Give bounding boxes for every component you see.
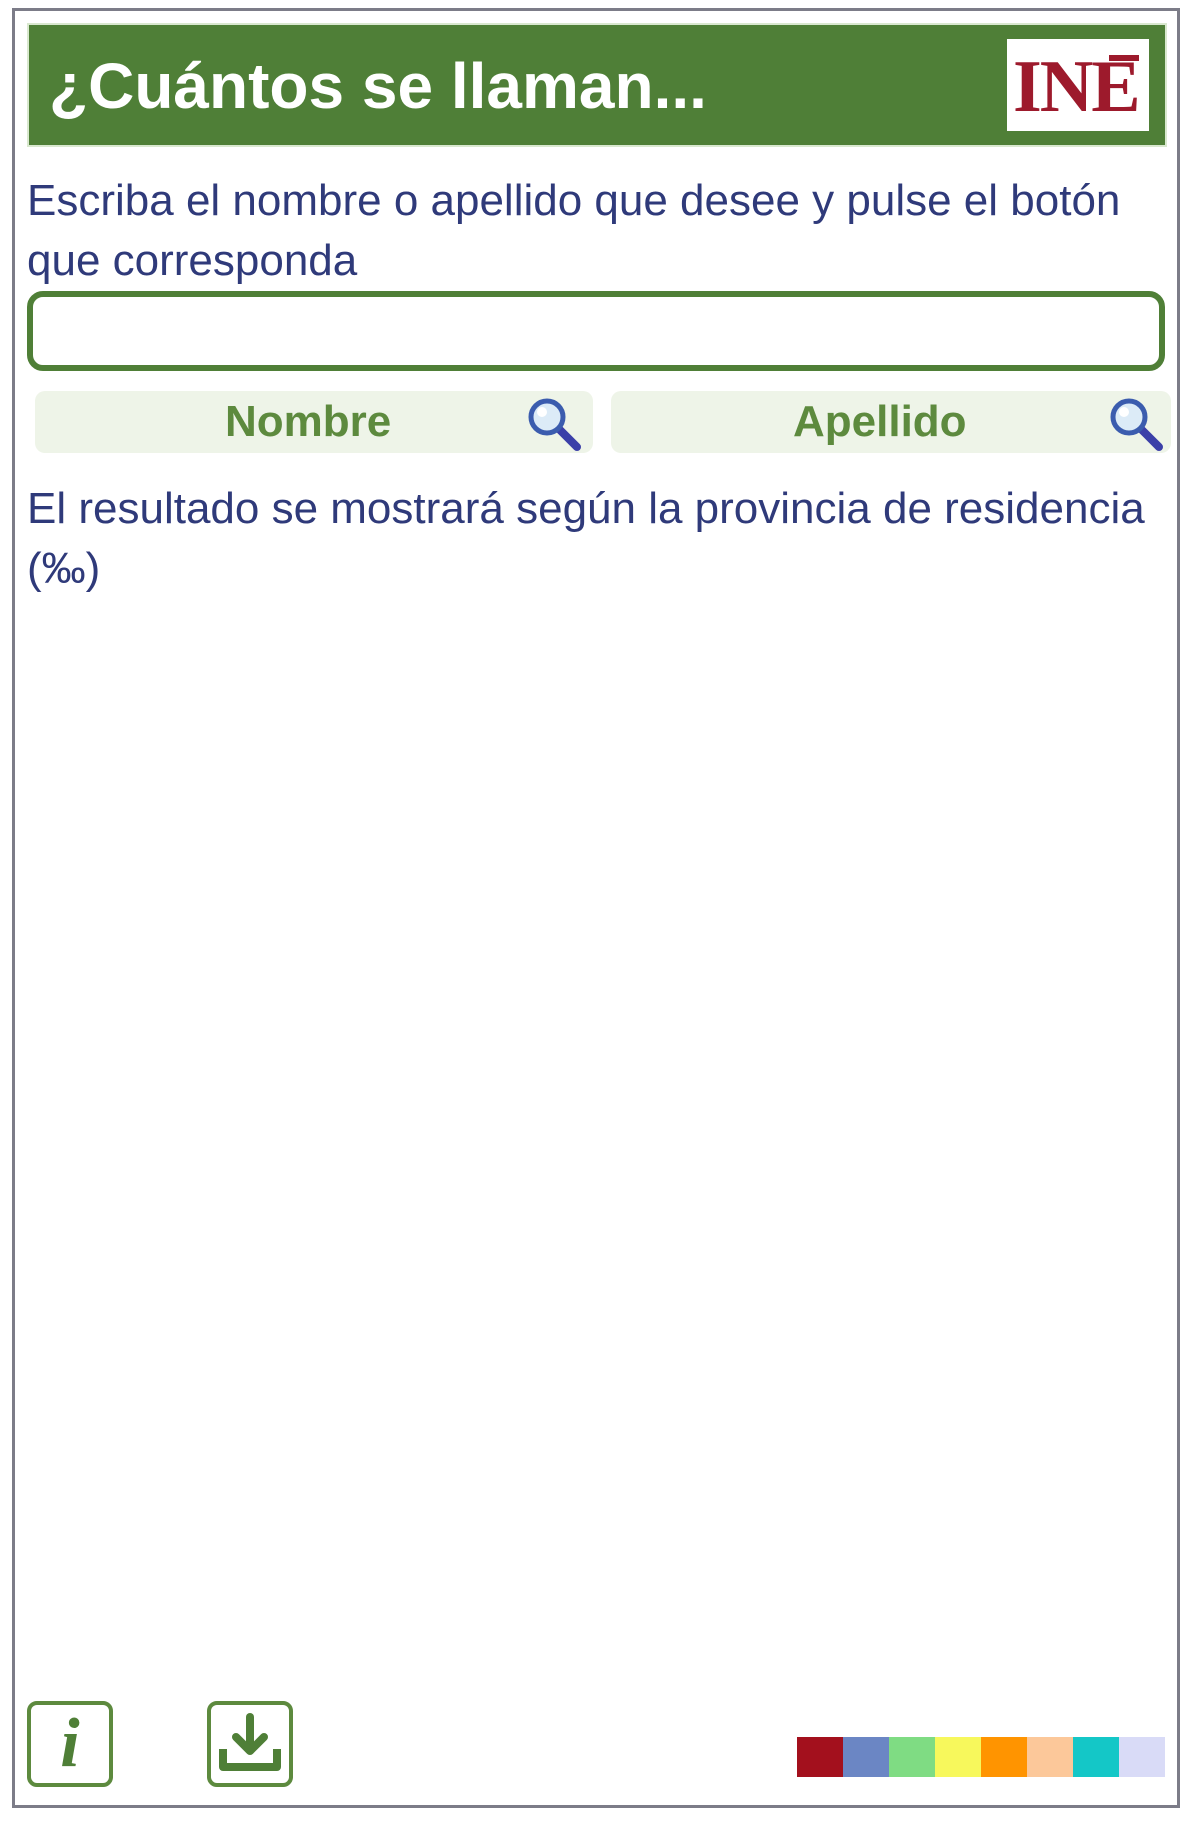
info-button[interactable]: i [27, 1701, 113, 1787]
download-button[interactable] [207, 1701, 293, 1787]
legend-swatch [797, 1737, 843, 1777]
header-bar: ¿Cuántos se llaman... INE [27, 23, 1167, 147]
apellido-button-label: Apellido [793, 397, 967, 446]
legend-swatch [1027, 1737, 1073, 1777]
legend-swatch [1119, 1737, 1165, 1777]
magnifier-icon [528, 398, 581, 451]
legend-swatch [935, 1737, 981, 1777]
nombre-button-label: Nombre [225, 397, 392, 446]
search-nombre-button[interactable]: Nombre [35, 391, 593, 453]
ine-logo: INE [1007, 39, 1149, 131]
result-note-text: El resultado se mostrará según la provin… [27, 484, 1145, 593]
magnifier-icon [1110, 398, 1163, 451]
legend-swatch [1073, 1737, 1119, 1777]
widget-title: ¿Cuántos se llaman... [49, 50, 707, 122]
name-search-input[interactable] [27, 291, 1165, 371]
legend-swatch [889, 1737, 935, 1777]
info-icon: i [60, 1705, 80, 1782]
legend-swatch [843, 1737, 889, 1777]
search-apellido-button[interactable]: Apellido [611, 391, 1171, 453]
instructions-text: Escriba el nombre o apellido que desee y… [27, 176, 1121, 285]
download-icon [219, 1713, 281, 1771]
legend-swatch [981, 1737, 1027, 1777]
color-legend [797, 1737, 1165, 1777]
logo-text: INE [1013, 46, 1141, 128]
name-search-widget: ¿Cuántos se llaman... INE Escriba el nom… [12, 8, 1180, 1808]
